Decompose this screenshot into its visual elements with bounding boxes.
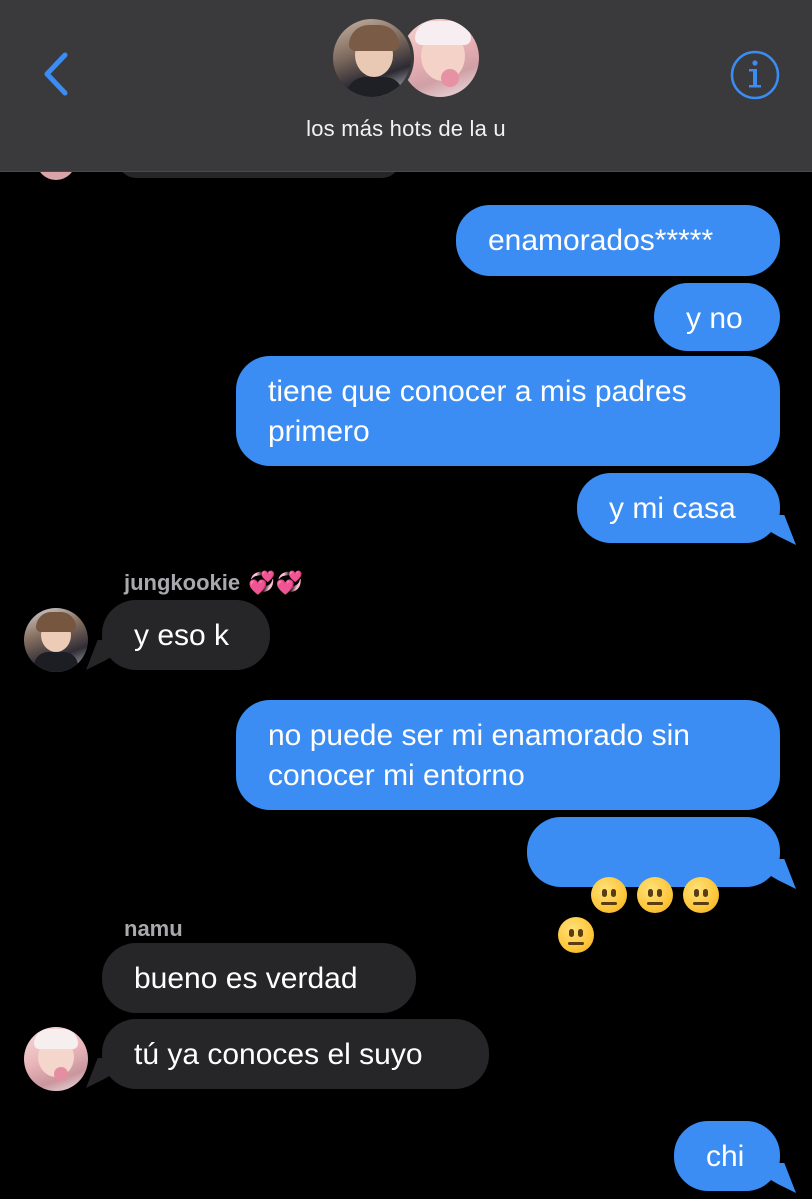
- neutral-face-icon: [683, 877, 720, 914]
- received-message[interactable]: y eso k: [102, 600, 270, 670]
- group-avatars[interactable]: [330, 16, 482, 102]
- neutral-face-icon: [558, 917, 594, 954]
- sender-label: namu: [124, 916, 183, 941]
- hearts-emoji: 💞💞: [248, 570, 303, 595]
- sent-emoji-message[interactable]: [527, 817, 780, 954]
- back-button[interactable]: [28, 44, 84, 104]
- conversation-header: los más hots de la u: [0, 0, 812, 172]
- avatar-jungkookie: [330, 16, 414, 100]
- received-message[interactable]: tú ya conoces el suyo: [102, 1019, 489, 1089]
- conversation-title[interactable]: los más hots de la u: [0, 116, 812, 142]
- messages-app: los más hots de la u enamorados***** y n…: [0, 0, 812, 1199]
- sent-message[interactable]: no puede ser mi enamorado sin conocer mi…: [236, 700, 780, 810]
- received-message[interactable]: bueno es verdad: [102, 943, 416, 1013]
- sent-message[interactable]: tiene que conocer a mis padres primero: [236, 356, 780, 466]
- sender-label: jungkookie: [124, 570, 241, 595]
- avatar-jungkookie[interactable]: [24, 608, 88, 672]
- info-circle-icon: [730, 50, 780, 100]
- sender-name: jungkookie 💞💞: [124, 570, 303, 596]
- avatar-namu[interactable]: [24, 1027, 88, 1091]
- sent-message[interactable]: y no: [654, 283, 780, 351]
- neutral-face-icon: [591, 877, 628, 914]
- bubble-tail: [770, 515, 796, 545]
- sent-message[interactable]: enamorados*****: [456, 205, 780, 276]
- sent-message[interactable]: y mi casa: [577, 473, 780, 543]
- neutral-face-icon: [637, 877, 674, 914]
- bubble-tail: [770, 859, 796, 889]
- bubble-tail: [770, 1163, 796, 1193]
- sender-name: namu: [124, 916, 183, 942]
- sent-message[interactable]: chi: [674, 1121, 780, 1191]
- info-button[interactable]: [728, 48, 782, 102]
- chevron-left-icon: [44, 52, 68, 96]
